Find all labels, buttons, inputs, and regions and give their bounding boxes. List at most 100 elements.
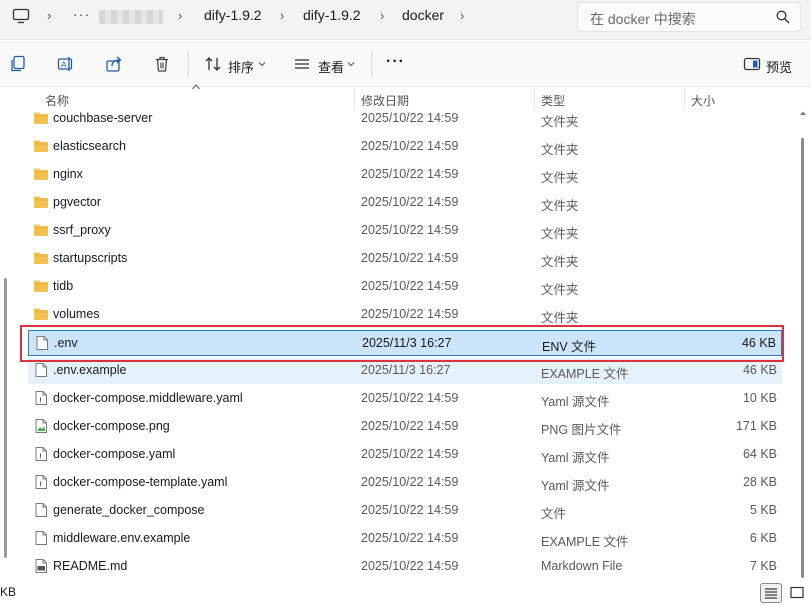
file-date-modified: 2025/10/22 14:59 (361, 223, 459, 237)
breadcrumb-overflow[interactable]: ··· (73, 6, 90, 22)
breadcrumb-chevron-icon[interactable]: › (380, 9, 390, 22)
search-input[interactable]: 在 docker 中搜索 (577, 2, 801, 32)
file-icon (35, 363, 47, 377)
file-icon (35, 531, 47, 545)
file-row[interactable]: README.md 2025/10/22 14:59 Markdown File 7 … (28, 554, 782, 580)
file-row[interactable]: startupscripts 2025/10/22 14:59 文件夹 (28, 246, 782, 272)
file-name: docker-compose.png (53, 419, 170, 433)
yaml-file-icon: ! (35, 475, 47, 489)
file-row[interactable]: tidb 2025/10/22 14:59 文件夹 (28, 274, 782, 300)
chevron-down-icon[interactable] (347, 61, 355, 67)
file-name: ssrf_proxy (53, 223, 111, 237)
file-row[interactable]: ! docker-compose.middleware.yaml 2025/10/2… (28, 386, 782, 412)
delete-icon[interactable] (153, 55, 171, 73)
tiles-view-button[interactable] (786, 583, 808, 603)
scroll-up-icon[interactable] (799, 110, 807, 116)
command-bar: A 排序 查看 ··· 预览 (0, 41, 811, 87)
file-date-modified: 2025/11/3 16:27 (361, 363, 451, 377)
breadcrumb-chevron-icon[interactable]: › (178, 9, 188, 22)
file-row[interactable]: docker-compose.png 2025/10/22 14:59 PNG 图片… (28, 414, 782, 440)
file-size: 171 KB (735, 419, 777, 433)
vertical-scrollbar[interactable] (798, 108, 808, 578)
file-date-modified: 2025/10/22 14:59 (361, 419, 459, 433)
file-date-modified: 2025/10/22 14:59 (361, 475, 459, 489)
rename-icon[interactable]: A (57, 55, 75, 73)
navigation-scrollbar[interactable] (4, 278, 7, 558)
file-type: Yaml 源文件 (541, 395, 610, 409)
file-name: startupscripts (53, 251, 128, 265)
file-size: 5 KB (749, 503, 777, 517)
folder-icon (34, 252, 48, 264)
share-icon[interactable] (105, 55, 123, 73)
copy-icon[interactable] (9, 55, 27, 73)
yaml-file-icon: ! (35, 447, 47, 461)
file-type: 文件夹 (541, 115, 579, 129)
search-placeholder: 在 docker 中搜索 (590, 11, 696, 27)
file-type: 文件夹 (541, 143, 579, 157)
file-name: README.md (53, 559, 128, 573)
file-row[interactable]: ! docker-compose-template.yaml 2025/10/22 … (28, 470, 782, 496)
file-type: 文件夹 (541, 255, 579, 269)
file-icon (35, 503, 47, 517)
sort-icon[interactable] (204, 55, 222, 73)
file-row[interactable]: generate_docker_compose 2025/10/22 14:59 文… (28, 498, 782, 524)
file-type: PNG 图片文件 (541, 423, 622, 437)
view-icon[interactable] (293, 55, 311, 73)
status-bar: KB (0, 582, 811, 606)
file-name: middleware.env.example (53, 531, 191, 545)
breadcrumb-item[interactable]: dify-1.9.2 (204, 7, 262, 23)
folder-icon (34, 280, 48, 292)
scrollbar-thumb[interactable] (801, 138, 804, 578)
svg-text:!: ! (39, 480, 42, 489)
file-date-modified: 2025/10/22 14:59 (361, 447, 459, 461)
breadcrumb-chevron-icon[interactable]: › (280, 9, 290, 22)
file-date-modified: 2025/10/22 14:59 (361, 139, 459, 153)
file-row[interactable]: pgvector 2025/10/22 14:59 文件夹 (28, 190, 782, 216)
file-name: couchbase-server (53, 111, 153, 125)
details-view-button[interactable] (760, 583, 782, 603)
file-name: tidb (53, 279, 74, 293)
preview-button[interactable]: 预览 (766, 57, 792, 76)
sort-button[interactable]: 排序 (228, 57, 254, 76)
more-options-button[interactable]: ··· (386, 53, 405, 71)
file-name: docker-compose.yaml (53, 447, 176, 461)
file-row[interactable]: ssrf_proxy 2025/10/22 14:59 文件夹 (28, 218, 782, 244)
status-text: KB (0, 585, 17, 599)
file-date-modified: 2025/10/22 14:59 (361, 559, 459, 573)
file-size: 6 KB (749, 531, 777, 545)
this-pc-icon[interactable] (12, 8, 32, 24)
tiles-view-icon (790, 586, 804, 599)
chevron-down-icon[interactable] (258, 61, 266, 67)
file-name: elasticsearch (53, 139, 126, 153)
file-type: Markdown File (541, 559, 623, 573)
breadcrumb-chevron-icon[interactable]: › (47, 9, 57, 22)
highlight-annotation-box (20, 325, 784, 362)
file-type: 文件夹 (541, 283, 579, 297)
file-row[interactable]: elasticsearch 2025/10/22 14:59 文件夹 (28, 134, 782, 160)
preview-pane-icon[interactable] (743, 55, 761, 73)
breadcrumb-item-current[interactable]: docker (402, 7, 444, 23)
file-name: docker-compose-template.yaml (53, 475, 228, 489)
svg-text:!: ! (39, 396, 42, 405)
file-date-modified: 2025/10/22 14:59 (361, 307, 459, 321)
file-date-modified: 2025/10/22 14:59 (361, 279, 459, 293)
svg-text:A: A (61, 60, 67, 69)
image-file-icon (35, 419, 47, 433)
view-button[interactable]: 查看 (318, 57, 344, 76)
breadcrumb-chevron-icon[interactable]: › (460, 9, 470, 22)
breadcrumb-redacted-segment[interactable] (99, 10, 163, 24)
file-row[interactable]: ! docker-compose.yaml 2025/10/22 14:59 Yaml… (28, 442, 782, 468)
file-type: Yaml 源文件 (541, 451, 610, 465)
folder-icon (34, 196, 48, 208)
file-name: .env.example (53, 363, 127, 377)
file-row[interactable]: middleware.env.example 2025/10/22 14:59 EX… (28, 526, 782, 552)
file-row[interactable]: nginx 2025/10/22 14:59 文件夹 (28, 162, 782, 188)
file-type: EXAMPLE 文件 (541, 367, 629, 381)
file-row[interactable]: couchbase-server 2025/10/22 14:59 文件夹 (28, 106, 782, 132)
file-date-modified: 2025/10/22 14:59 (361, 251, 459, 265)
file-type: EXAMPLE 文件 (541, 535, 629, 549)
markdown-file-icon (35, 559, 47, 573)
folder-icon (34, 308, 48, 320)
address-bar: › ··· › dify-1.9.2 › dify-1.9.2 › docker… (0, 0, 811, 40)
breadcrumb-item[interactable]: dify-1.9.2 (303, 7, 361, 23)
